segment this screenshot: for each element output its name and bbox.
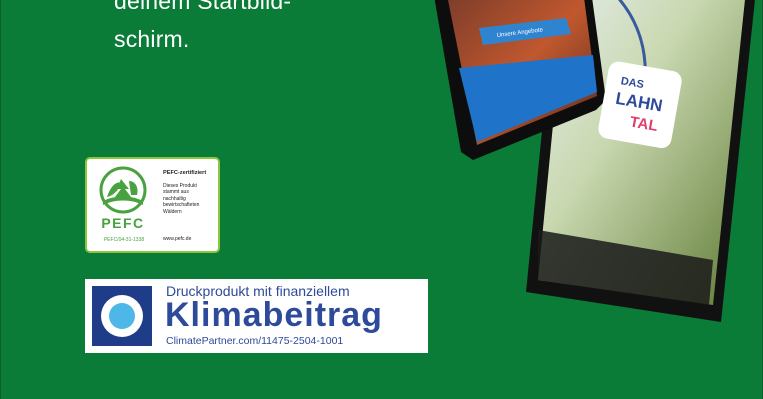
climate-circle-icon [92,286,152,346]
app-icon: DAS LAHN TAL [598,61,682,149]
pefc-code: PEFC/04-31-1338 [103,237,145,243]
smartphones-image: Unsere Angebote DAS LAHN TAL [434,0,755,322]
pefc-description: Dieses Produkt stammt aus nachhaltig bew… [163,183,200,215]
pefc-url: www.pefc.de [163,236,192,242]
headline-line-1: deinem Startbild- [114,0,292,14]
pefc-wordmark: PEFC [101,215,145,231]
pefc-title: PEFC-zertifiziert [163,170,207,176]
headline-text: deinem Startbild- schirm. [114,0,404,58]
pefc-logo: PEFC PEFC/04-31-1338 [93,165,153,247]
pefc-tree-icon [99,166,147,214]
headline-line-2: schirm. [114,26,190,52]
climate-label: Druckprodukt mit finanziellem Klimabeitr… [85,279,428,353]
climate-partner-logo [92,286,152,346]
pefc-label: PEFC PEFC/04-31-1338 PEFC-zertifiziert D… [85,157,220,253]
advertisement-page: deinem Startbild- schirm. PEFC PEFC/04-3… [0,0,763,399]
climate-url: ClimatePartner.com/11475-2504-1001 [166,335,344,347]
pefc-text-block: PEFC-zertifiziert Dieses Produkt stammt … [163,170,219,242]
climate-title: Klimabeitrag [165,296,383,334]
phones-illustration: Unsere Angebote DAS LAHN TAL [401,0,762,399]
